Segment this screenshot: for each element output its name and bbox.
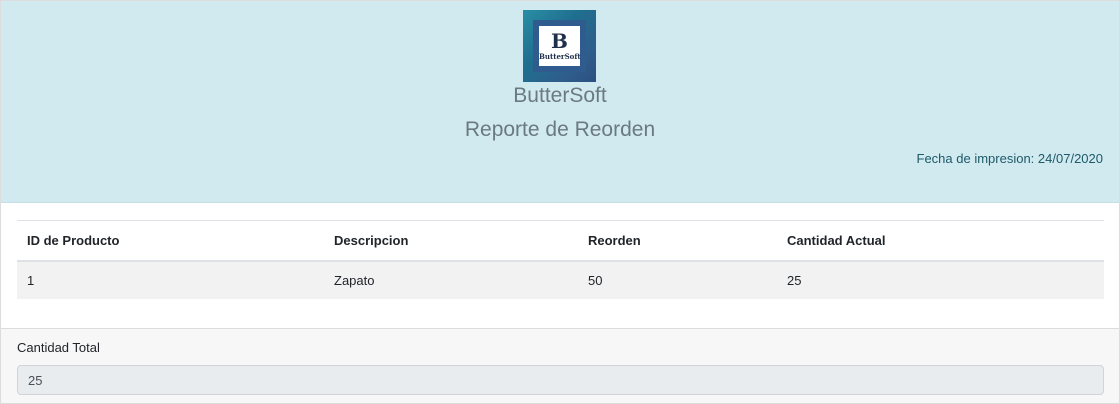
report-title: Reporte de Reorden: [464, 118, 656, 141]
logo-badge: B ButterSoft: [539, 26, 581, 66]
print-date: Fecha de impresion: 24/07/2020: [917, 150, 1103, 168]
logo-letter: B: [551, 29, 568, 53]
company-name: ButterSoft: [513, 84, 607, 107]
logo-frame: B ButterSoft: [533, 20, 586, 72]
print-date-value: 24/07/2020: [1037, 151, 1103, 166]
reorder-table-container: ID de Producto Descripcion Reorden Canti…: [17, 220, 1104, 299]
column-header-reorder: Reorden: [578, 220, 777, 262]
total-quantity-field[interactable]: [17, 365, 1104, 395]
report-header: B ButterSoft ButterSoft Reporte de Reord…: [1, 1, 1119, 203]
column-header-description: Descripcion: [324, 220, 578, 262]
report-card: B ButterSoft ButterSoft Reporte de Reord…: [0, 0, 1120, 404]
cell-description: Zapato: [324, 260, 578, 299]
table-header-row: ID de Producto Descripcion Reorden Canti…: [17, 220, 1104, 262]
table-row: 1 Zapato 50 25: [17, 260, 1104, 299]
cell-product-id: 1: [17, 260, 324, 299]
total-quantity-label: Cantidad Total: [17, 340, 100, 355]
report-footer: Cantidad Total: [1, 328, 1119, 403]
reorder-table: ID de Producto Descripcion Reorden Canti…: [17, 220, 1104, 299]
cell-current-quantity: 25: [777, 260, 1104, 299]
logo-wordmark: ButterSoft: [539, 52, 581, 61]
print-date-label: Fecha de impresion:: [916, 151, 1035, 166]
column-header-current-quantity: Cantidad Actual: [777, 220, 1104, 262]
company-logo: B ButterSoft: [523, 10, 596, 82]
column-header-product-id: ID de Producto: [17, 220, 324, 262]
cell-reorder: 50: [578, 260, 777, 299]
